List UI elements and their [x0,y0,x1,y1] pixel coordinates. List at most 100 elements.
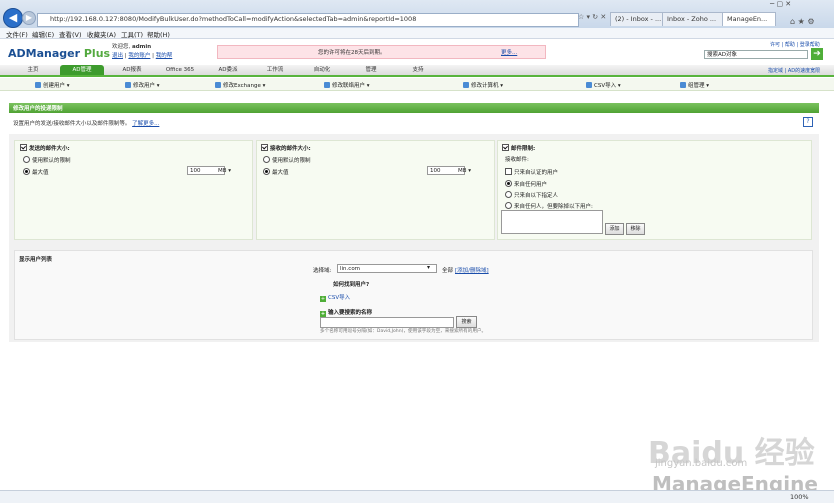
status-bar: 100% [0,490,834,503]
restriction-title[interactable]: 邮件限制: [502,144,535,152]
receive-size-title[interactable]: 接收的邮件大小: [261,144,311,152]
name-search-input[interactable] [320,317,454,328]
send-size-title[interactable]: 发送的邮件大小: [20,144,70,152]
receive-default-radio[interactable] [263,156,270,163]
from-only-radio[interactable] [505,191,512,198]
send-size-panel [14,140,253,240]
auth-only-checkbox[interactable] [505,168,512,175]
welcome-label: 欢迎您, [112,44,131,50]
send-max-radio[interactable] [23,168,30,175]
tab-home[interactable]: 主页 [18,65,48,75]
home-icon[interactable]: ⌂ ★ ⚙ [790,17,815,26]
tab-workflow[interactable]: 工作流 [255,65,295,75]
receive-size-label: 接收的邮件大小: [270,146,311,152]
learn-more-link[interactable]: 了解更多... [132,121,159,127]
subnav-modify-user[interactable]: 修改用户 ▾ [125,81,160,89]
computer-icon [463,82,469,88]
receive-max-radio[interactable] [263,168,270,175]
forward-button[interactable]: ▶ [22,11,36,25]
tab-ad-reports[interactable]: AD报表 [112,65,152,75]
app-logo[interactable]: ADManager Plus [8,47,110,60]
tab-ad-management[interactable]: AD管理 [60,65,104,75]
user-add-icon [35,82,41,88]
from-except-option[interactable]: 来自任何人，但要除掉以下用户: [505,202,593,210]
send-max-option[interactable]: 最大值 [23,168,49,176]
welcome-block: 欢迎您, admin 退出 | 我的账户 | 我的帮 [112,44,173,59]
how-to-find-label: 如何找到用户? [333,282,370,288]
my-help-link[interactable]: 我的帮 [156,53,173,59]
tab-office365[interactable]: Office 365 [158,65,202,75]
from-all-option[interactable]: 来自任何用户 [505,180,547,188]
auth-only-label: 只来自认证的用户 [514,170,559,176]
subnav-modify-exchange[interactable]: 修改Exchange ▾ [215,81,265,89]
subnav-modify-computer[interactable]: 修改计算机 ▾ [463,81,503,89]
help-icon[interactable]: ? [803,117,813,127]
domain-select[interactable]: lin.com [337,264,437,273]
page-title: 修改用户的投递限制 [13,106,63,112]
address-bar-icons[interactable]: ☆ ▾ ↻ ✕ [578,13,606,21]
search-go-icon[interactable]: ➔ [811,48,823,60]
send-default-option[interactable]: 使用默认的限制 [23,156,71,164]
add-button[interactable]: 添加 [605,223,624,235]
receive-size-checkbox[interactable] [261,144,268,151]
remove-button[interactable]: 移除 [626,223,645,235]
baidu-url-watermark: jingyan.baidu.com [655,458,748,469]
menu-file[interactable]: 文件(F) [6,29,28,39]
back-button[interactable]: ◀ [3,8,23,28]
browser-tab[interactable]: (2) - Inbox - ... [610,12,664,26]
search-button[interactable]: 搜索 [456,316,477,328]
subnav-group-management[interactable]: 组管理 ▾ [680,81,709,89]
csv-import-link[interactable]: + CSV导入 [320,293,350,302]
from-only-option[interactable]: 只来自以下指定人 [505,191,558,199]
receive-max-label: 最大值 [272,170,289,176]
restriction-checkbox[interactable] [502,144,509,151]
send-size-label: 发送的邮件大小: [29,146,70,152]
chevron-down-icon[interactable]: ▾ [427,264,430,271]
plus-icon: + [320,296,326,302]
menu-help[interactable]: 帮助(H) [147,29,170,39]
add-remove-domain-link[interactable]: [添加/删除域] [455,266,489,274]
csv-icon [586,82,592,88]
top-links[interactable]: 许可 | 帮助 | 登录帮助 [770,41,820,48]
tab-ad-delegation[interactable]: AD委派 [208,65,248,75]
subnav-create-user[interactable]: 创建用户 ▾ [35,81,70,89]
menu-view[interactable]: 查看(V) [59,29,82,39]
subnav-label: 组管理 ▾ [688,83,710,89]
domain-label: 选择域: [313,268,332,274]
tab-admin[interactable]: 管理 [351,65,391,75]
address-bar[interactable]: http://192.168.0.127:8080/ModifyBulkUser… [37,13,579,27]
zoom-level[interactable]: 100% [790,493,809,501]
send-unit-select[interactable]: MB ▾ [218,168,231,174]
receive-from-label: 接收邮件: [505,157,529,163]
user-list-title: 显示用户列表 [19,257,53,263]
nav-right-links[interactable]: 指定域 | AD的速度宽限 [768,67,820,74]
tab-automation[interactable]: 自动化 [302,65,342,75]
from-all-radio[interactable] [505,180,512,187]
license-more-link[interactable]: 更多... [501,48,517,56]
user-edit-icon [125,82,131,88]
user-list-box[interactable] [501,210,603,234]
tab-support[interactable]: 支持 [398,65,438,75]
receive-default-option[interactable]: 使用默认的限制 [263,156,311,164]
send-default-radio[interactable] [23,156,30,163]
send-size-checkbox[interactable] [20,144,27,151]
menu-favorites[interactable]: 收藏夹(A) [87,29,116,39]
subnav-modify-contact[interactable]: 修改联络用户 ▾ [324,81,370,89]
search-input[interactable]: 搜索AD对象 [704,50,808,59]
subnav-label: 修改计算机 ▾ [471,83,504,89]
browser-tab-active[interactable]: ManageEn... [722,12,776,26]
receive-max-option[interactable]: 最大值 [263,168,289,176]
license-banner: 您的许可将在28天后到期。 更多... [217,45,546,59]
menu-edit[interactable]: 编辑(E) [32,29,54,39]
auth-only-option[interactable]: 只来自认证的用户 [505,168,558,176]
receive-unit-select[interactable]: MB ▾ [458,168,471,174]
logout-link[interactable]: 退出 [112,53,123,59]
menu-tools[interactable]: 工具(T) [121,29,143,39]
subnav-csv-import[interactable]: CSV导入 ▾ [586,81,621,89]
from-except-radio[interactable] [505,202,512,209]
url-text[interactable]: http://192.168.0.127:8080/ModifyBulkUser… [50,15,416,23]
my-account-link[interactable]: 我的账户 [128,53,150,59]
window-controls[interactable]: ─ ▢ ✕ [770,0,834,10]
logo-text: ADManager [8,47,81,60]
browser-tab[interactable]: Inbox - Zoho ... [662,12,724,26]
